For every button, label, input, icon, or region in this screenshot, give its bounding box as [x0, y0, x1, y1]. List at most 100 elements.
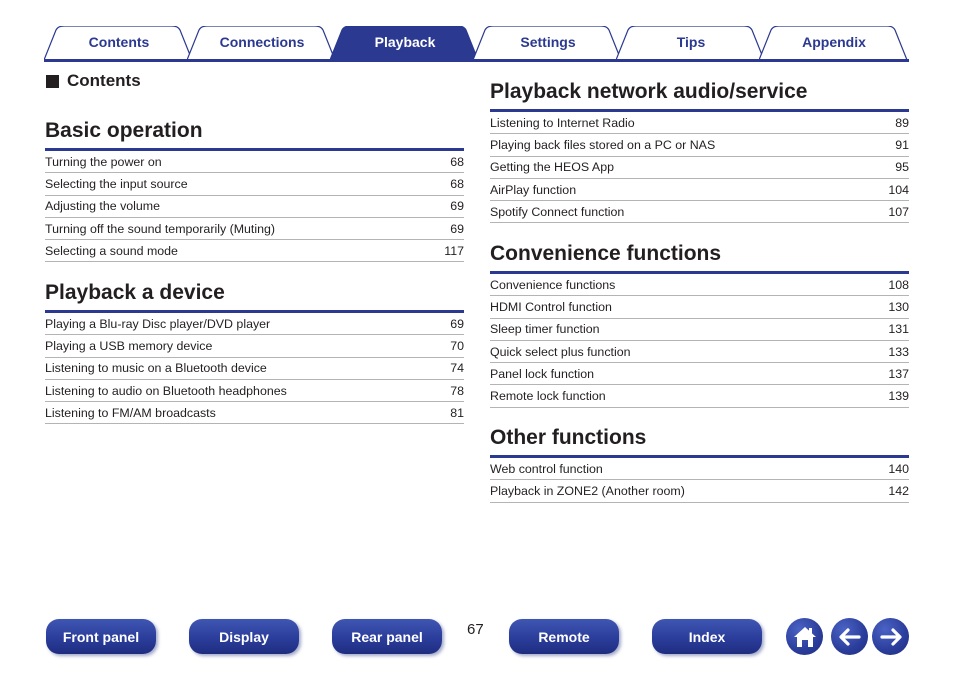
toc-row-title: Spotify Connect function [490, 204, 625, 219]
toc-row-page: 95 [895, 160, 909, 175]
toc-row-title: Playback in ZONE2 (Another room) [490, 483, 685, 498]
toc-row[interactable]: Getting the HEOS App 95 [490, 157, 909, 179]
toc-row-title: AirPlay function [490, 182, 577, 197]
toc-row-page: 81 [450, 405, 464, 420]
toc-row[interactable]: HDMI Control function 130 [490, 296, 909, 319]
toc-row[interactable]: Listening to music on a Bluetooth device… [45, 358, 464, 380]
toc-row[interactable]: Quick select plus function 133 [490, 341, 909, 364]
toc-row-page: 139 [888, 389, 909, 404]
rear-panel-button[interactable]: Rear panel [332, 619, 442, 654]
toc-row[interactable]: Playing a Blu-ray Disc player/DVD player… [45, 313, 464, 336]
remote-button[interactable]: Remote [509, 619, 619, 654]
tab-label: Playback [374, 34, 436, 50]
toc-row-title: Listening to FM/AM broadcasts [45, 405, 216, 420]
tab-label: Tips [676, 34, 706, 50]
section-convenience-functions: Convenience functions Convenience functi… [490, 241, 909, 408]
toc-row[interactable]: AirPlay function 104 [490, 179, 909, 202]
toc-row-title: Sleep timer function [490, 322, 600, 337]
toc-row-page: 117 [444, 243, 464, 258]
toc-row-title: HDMI Control function [490, 299, 612, 314]
toc-row-page: 107 [888, 204, 909, 219]
toc-row[interactable]: Sleep timer function 131 [490, 319, 909, 341]
toc-row-title: Quick select plus function [490, 344, 631, 359]
tab-bar: Contents Connections Playback Settings T… [44, 26, 909, 62]
toc-row-page: 68 [450, 176, 464, 191]
home-button[interactable] [786, 618, 823, 655]
display-button[interactable]: Display [189, 619, 299, 654]
toc-row-title: Selecting the input source [45, 176, 188, 191]
toc-row-page: 89 [895, 115, 909, 130]
toc-row-page: 68 [450, 154, 464, 169]
toc-row[interactable]: Turning the power on 68 [45, 151, 464, 174]
toc-row[interactable]: Spotify Connect function 107 [490, 201, 909, 224]
section-title: Convenience functions [490, 241, 909, 274]
back-button[interactable] [831, 618, 868, 655]
toc-row[interactable]: Playing back files stored on a PC or NAS… [490, 134, 909, 157]
toc-row-title: Turning off the sound temporarily (Mutin… [45, 221, 276, 236]
tab-label: Appendix [802, 34, 866, 50]
toc-row-title: Getting the HEOS App [490, 160, 614, 175]
toc-row-page: 69 [450, 221, 464, 236]
forward-button[interactable] [872, 618, 909, 655]
toc-row-page: 69 [450, 199, 464, 214]
front-panel-button[interactable]: Front panel [46, 619, 156, 654]
toc-row-page: 74 [450, 361, 464, 376]
toc-row-title: Turning the power on [45, 154, 162, 169]
toc-row-page: 133 [888, 344, 909, 359]
section-title: Playback network audio/service [490, 79, 909, 112]
toc-row[interactable]: Web control function 140 [490, 458, 909, 481]
toc-row-page: 91 [895, 137, 909, 152]
toc-row[interactable]: Remote lock function 139 [490, 385, 909, 408]
toc-row-title: Remote lock function [490, 389, 606, 404]
square-bullet-icon [46, 74, 59, 88]
toc-row[interactable]: Selecting the input source 68 [45, 173, 464, 196]
toc-row-page: 108 [888, 277, 909, 292]
toc-row[interactable]: Turning off the sound temporarily (Mutin… [45, 218, 464, 241]
toc-row[interactable]: Convenience functions 108 [490, 274, 909, 297]
section-title: Playback a device [45, 280, 464, 313]
toc-row[interactable]: Selecting a sound mode 117 [45, 240, 464, 263]
toc-row[interactable]: Listening to audio on Bluetooth headphon… [45, 380, 464, 403]
forward-arrow-icon [879, 627, 902, 646]
toc-row-page: 131 [888, 322, 909, 337]
toc-row-title: Convenience functions [490, 277, 616, 292]
section-title: Other functions [490, 425, 909, 458]
tab-connections[interactable]: Connections [187, 26, 337, 60]
toc-row-title: Adjusting the volume [45, 199, 161, 214]
contents-heading: Contents [46, 71, 141, 91]
section-basic-operation: Basic operation Turning the power on 68 S… [45, 118, 464, 263]
toc-row[interactable]: Panel lock function 137 [490, 363, 909, 386]
back-arrow-icon [838, 627, 861, 646]
toc-row-title: Selecting a sound mode [45, 243, 178, 258]
tab-tips[interactable]: Tips [616, 26, 766, 60]
toc-row-title: Playing a USB memory device [45, 338, 213, 353]
toc-row[interactable]: Listening to FM/AM broadcasts 81 [45, 402, 464, 425]
section-title: Basic operation [45, 118, 464, 151]
toc-row-title: Listening to audio on Bluetooth headphon… [45, 383, 287, 398]
section-network-audio: Playback network audio/service Listening… [490, 79, 909, 224]
tab-appendix[interactable]: Appendix [759, 26, 909, 60]
toc-row-title: Listening to Internet Radio [490, 115, 635, 130]
toc-row[interactable]: Playing a USB memory device 70 [45, 335, 464, 358]
tab-label: Contents [88, 34, 150, 50]
toc-row-title: Playing a Blu-ray Disc player/DVD player [45, 316, 271, 331]
tab-label: Connections [219, 34, 305, 50]
tab-label: Settings [520, 34, 576, 50]
toc-row-page: 104 [888, 182, 909, 197]
toc-row-title: Panel lock function [490, 366, 595, 381]
home-icon [793, 626, 816, 647]
toc-row-page: 137 [888, 366, 909, 381]
index-button[interactable]: Index [652, 619, 762, 654]
toc-row[interactable]: Adjusting the volume 69 [45, 196, 464, 218]
toc-row-title: Playing back files stored on a PC or NAS [490, 137, 716, 152]
toc-row-title: Web control function [490, 461, 603, 476]
tab-settings[interactable]: Settings [473, 26, 623, 60]
section-playback-device: Playback a device Playing a Blu-ray Disc… [45, 280, 464, 425]
toc-row[interactable]: Listening to Internet Radio 89 [490, 112, 909, 135]
tab-playback[interactable]: Playback [330, 26, 480, 60]
tab-contents[interactable]: Contents [44, 26, 194, 60]
toc-row-page: 69 [450, 316, 464, 331]
toc-row-page: 142 [888, 483, 909, 498]
toc-row[interactable]: Playback in ZONE2 (Another room) 142 [490, 480, 909, 503]
contents-heading-text: Contents [67, 71, 141, 90]
